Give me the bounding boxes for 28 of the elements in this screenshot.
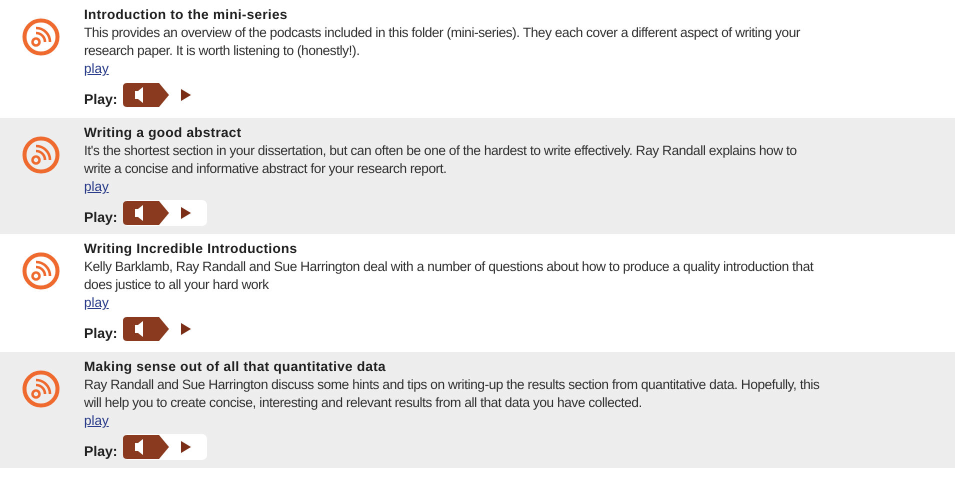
play-link[interactable]: play — [84, 60, 109, 78]
podcast-icon — [22, 252, 60, 290]
player-label: Play: — [84, 325, 118, 341]
podcast-icon — [22, 18, 60, 56]
speaker-button[interactable] — [123, 83, 170, 107]
speaker-button[interactable] — [123, 435, 170, 459]
play-icon[interactable] — [181, 207, 192, 219]
play-icon[interactable] — [181, 441, 192, 453]
podcast-icon — [22, 136, 60, 174]
play-link[interactable]: play — [84, 412, 109, 430]
player-label: Play: — [84, 443, 118, 459]
podcast-title: Writing a good abstract — [84, 124, 242, 142]
podcast-description: Ray Randall and Sue Harrington discuss some hints and tips on writing-up the results section from quantitative data. Hopefully, this will help you to create concise, interesting and relevant results from all that data you have collected. — [84, 376, 820, 412]
podcast-icon — [22, 370, 60, 408]
play-icon[interactable] — [181, 323, 192, 335]
podcast-title: Making sense out of all that quantitative data — [84, 358, 387, 376]
play-icon[interactable] — [181, 89, 192, 101]
podcast-description: This provides an overview of the podcasts included in this folder (mini-series). They each cover a different aspect of writing your research paper. It is worth listening to (honestly!). — [84, 24, 802, 60]
podcast-title: Writing Incredible Introductions — [84, 240, 298, 258]
podcast-description: It's the shortest section in your dissertation, but can often be one of the hardest to write effectively. Ray Randall explains how to write a concise and informative abstract for your research report. — [84, 142, 798, 178]
podcast-description: Kelly Barklamb, Ray Randall and Sue Harrington deal with a number of questions about how to produce a quality introduction that does justice to all your hard work — [84, 258, 814, 294]
play-link[interactable]: play — [84, 294, 109, 312]
podcast-title: Introduction to the mini-series — [84, 6, 289, 24]
play-link[interactable]: play — [84, 178, 109, 196]
speaker-button[interactable] — [123, 201, 170, 225]
player-label: Play: — [84, 209, 118, 225]
player-label: Play: — [84, 91, 118, 107]
speaker-button[interactable] — [123, 317, 170, 341]
